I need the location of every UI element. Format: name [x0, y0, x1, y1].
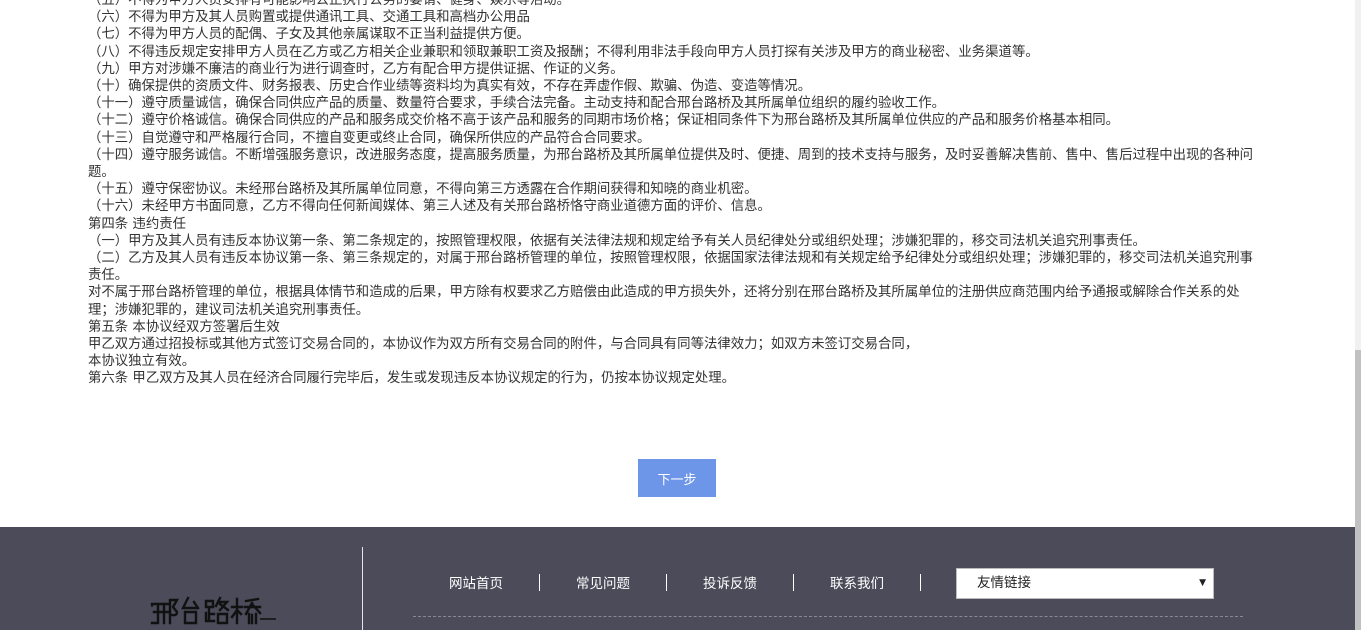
clause-line: （一）甲方及其人员有违反本协议第一条、第二条规定的，按照管理权限，依据有关法律法…	[88, 233, 1146, 249]
footer-nav: 网站首页 常见问题 投诉反馈 联系我们	[413, 572, 921, 592]
nav-contact-link[interactable]: 联系我们	[794, 572, 920, 592]
section-heading: 第五条 本协议经双方签署后生效	[88, 319, 280, 335]
clause-line: （十四）遵守服务诚信。不断增强服务意识，改进服务态度，提高服务质量，为邢台路桥及…	[88, 147, 1253, 181]
clause-line: （九）甲方对涉嫌不廉洁的商业行为进行调查时，乙方有配合甲方提供证据、作证的义务。	[88, 61, 624, 77]
clause-line: （十一）遵守质量诚信，确保合同供应产品的质量、数量符合要求，手续合法完备。主动支…	[88, 96, 945, 112]
footer-dashed-divider	[413, 616, 1243, 617]
footer: 网站首页 常见问题 投诉反馈 联系我们 友情链接 ▼	[0, 527, 1355, 630]
section-heading: 第六条 甲乙双方及其人员在经济合同履行完毕后，发生或发现违反本协议规定的行为，仍…	[88, 371, 736, 387]
nav-separator	[920, 573, 921, 591]
clause-line: 甲乙双方通过招投标或其他方式签订交易合同的，本协议作为双方所有交易合同的附件，与…	[88, 337, 919, 353]
friendly-links-value: 友情链接	[977, 575, 1031, 591]
nav-home-link[interactable]: 网站首页	[413, 572, 539, 592]
footer-divider	[362, 547, 363, 630]
clause-line: （五）不得为甲方人员安排有可能影响公正执行公务的宴请、健身、娱乐等活动。	[88, 0, 571, 8]
clause-line: 对不属于邢台路桥管理的单位，根据具体情节和造成的后果，甲方除有权要求乙方赔偿由此…	[88, 285, 1240, 318]
clause-line: （十）确保提供的资质文件、财务报表、历史合作业绩等资料均为真实有效，不存在弄虚作…	[88, 79, 812, 95]
section-heading: 第四条 违约责任	[88, 216, 186, 232]
nav-complaint-link[interactable]: 投诉反馈	[667, 572, 793, 592]
agreement-text: （五）不得为甲方人员安排有可能影响公正执行公务的宴请、健身、娱乐等活动。 （六）…	[88, 0, 1263, 388]
next-button-wrap: 下一步	[638, 459, 716, 497]
clause-line: （八）不得违反规定安排甲方人员在乙方或乙方相关企业兼职和领取兼职工资及报酬；不得…	[88, 44, 1039, 60]
clause-line: （十二）遵守价格诚信。确保合同供应的产品和服务成交价格不高于该产品和服务的同期市…	[88, 113, 1120, 129]
friendly-links-select[interactable]: 友情链接 ▼	[956, 568, 1214, 599]
clause-line: 本协议独立有效。	[88, 354, 196, 370]
dropdown-arrow-icon: ▼	[1199, 578, 1206, 588]
nav-faq-link[interactable]: 常见问题	[540, 572, 666, 592]
next-step-button[interactable]: 下一步	[638, 459, 716, 497]
clause-line: （七）不得为甲方人员的配偶、子女及其他亲属谋取不正当利益提供方便。	[88, 27, 530, 43]
page-scrollbar[interactable]	[1355, 0, 1361, 630]
clause-line: （十六）未经甲方书面同意，乙方不得向任何新闻媒体、第三人述及有关邢台路桥恪守商业…	[88, 199, 771, 215]
clause-line: （十五）遵守保密协议。未经邢台路桥及其所属单位同意，不得向第三方透露在合作期间获…	[88, 182, 758, 198]
scrollbar-thumb[interactable]	[1355, 350, 1361, 630]
logo-graphic	[150, 596, 276, 625]
site-logo[interactable]	[150, 595, 278, 625]
clause-line: （十三）自觉遵守和严格履行合同，不擅自变更或终止合同，确保所供应的产品符合合同要…	[88, 130, 651, 146]
clause-line: （六）不得为甲方及其人员购置或提供通讯工具、交通工具和高档办公用品	[88, 10, 530, 26]
clause-line: （二）乙方及其人员有违反本协议第一条、第三条规定的，对属于邢台路桥管理的单位，按…	[88, 251, 1253, 284]
